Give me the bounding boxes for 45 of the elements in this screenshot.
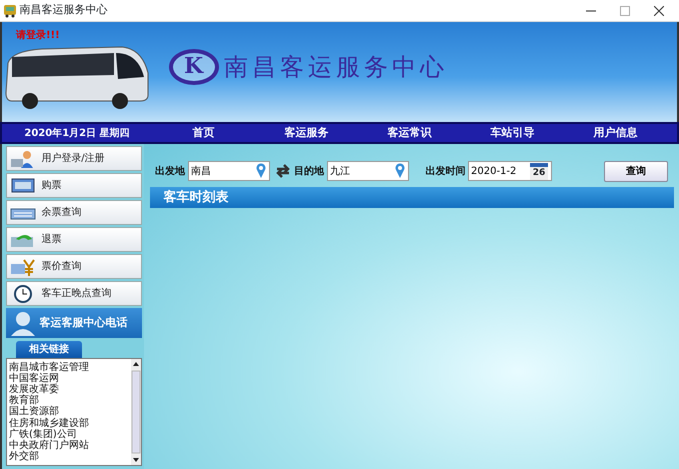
nav-link[interactable]: 客运服务 bbox=[260, 124, 352, 142]
date-field-label: 出发时间 bbox=[425, 164, 466, 178]
nav-link[interactable]: 首页 bbox=[158, 124, 250, 142]
sidebar-item[interactable]: 用户登录/注册 bbox=[6, 146, 142, 171]
nav-link[interactable]: 用户信息 bbox=[570, 124, 662, 142]
nav-link[interactable]: 客运常识 bbox=[364, 124, 456, 142]
link-item[interactable]: 住房和城乡建设部 bbox=[7, 418, 131, 429]
bus-icon bbox=[2, 4, 17, 18]
window-title: 南昌客运服务中心 bbox=[20, 2, 108, 18]
yen-icon bbox=[10, 258, 36, 276]
nav-link[interactable]: 车站引导 bbox=[466, 124, 558, 142]
logo-mark: K bbox=[168, 48, 218, 84]
destination-field[interactable]: 九江 bbox=[326, 161, 409, 181]
link-item[interactable]: 中央政府门户网站 bbox=[7, 440, 131, 452]
close-icon bbox=[654, 6, 664, 16]
link-item[interactable]: 外交部 bbox=[7, 451, 131, 462]
link-item[interactable]: 南昌城市客运管理 bbox=[7, 362, 131, 373]
departure-field[interactable]: 南昌 bbox=[188, 161, 270, 181]
calendar-icon[interactable]: 26 bbox=[530, 163, 548, 180]
query-button[interactable]: 查询 bbox=[604, 160, 668, 182]
site-title: 南昌客运服务中心 bbox=[224, 52, 448, 82]
maximize-icon bbox=[620, 6, 630, 16]
person-silhouette-icon bbox=[8, 310, 37, 336]
links-tab[interactable]: 相关链接 bbox=[16, 340, 82, 358]
timetable-header: 客车时刻表 bbox=[150, 187, 674, 208]
swap-arrows-icon bbox=[275, 164, 292, 178]
sidebar-item[interactable]: 购票 bbox=[6, 173, 142, 198]
screen-icon bbox=[10, 176, 36, 194]
link-item[interactable]: 国土资源部 bbox=[7, 406, 131, 418]
location-pin-icon bbox=[394, 163, 405, 178]
login-notice: 请登录!!! bbox=[16, 28, 60, 43]
date-label: 2020年1月2日 星期四 bbox=[23, 126, 131, 140]
sidebar-item[interactable]: 客车正晚点查询 bbox=[6, 281, 142, 306]
link-item[interactable]: 广铁(集团)公司 bbox=[7, 428, 131, 440]
from-label: 出发地 bbox=[155, 164, 185, 178]
link-item[interactable]: 教育部 bbox=[7, 395, 131, 406]
sidebar-item[interactable]: 退票 bbox=[6, 227, 142, 252]
sidebar-item[interactable]: 票价查询 bbox=[6, 254, 142, 279]
location-pin-icon bbox=[256, 163, 266, 178]
sidebar-item[interactable]: 余票查询 bbox=[6, 200, 142, 225]
link-item[interactable]: 中国客运网 bbox=[7, 372, 131, 384]
user-icon bbox=[10, 150, 36, 168]
hotline-banner: 客运客服中心电话 bbox=[6, 308, 142, 338]
to-label: 目的地 bbox=[294, 164, 324, 178]
link-item[interactable]: 发展改革委 bbox=[7, 384, 131, 396]
